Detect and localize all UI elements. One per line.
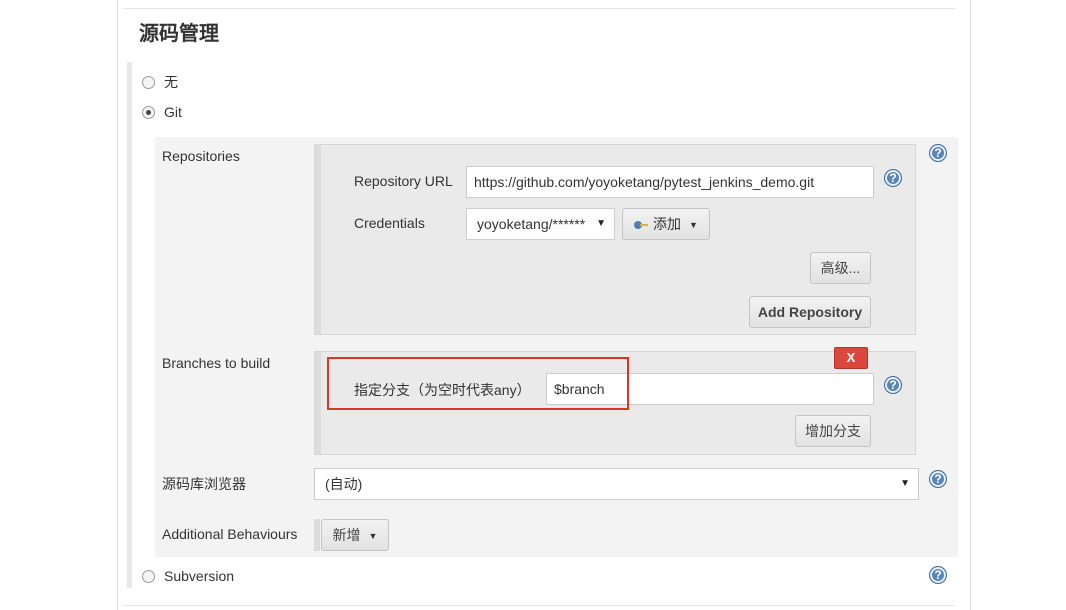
scm-option-none[interactable]: 无 <box>142 72 178 92</box>
help-icon[interactable]: ? <box>929 144 947 162</box>
additional-behaviours-label: Additional Behaviours <box>162 526 298 542</box>
section-indent-bar <box>127 62 132 588</box>
caret-down-icon: ▼ <box>689 220 698 231</box>
advanced-button[interactable]: 高级... <box>810 252 871 284</box>
help-icon[interactable]: ? <box>929 566 947 584</box>
panel-indent-bar <box>314 519 320 551</box>
credentials-select[interactable]: yoyoketang/****** ▼ <box>466 208 615 240</box>
repo-browser-value: (自动) <box>325 476 363 492</box>
repository-url-input[interactable]: https://github.com/yoyoketang/pytest_jen… <box>466 166 874 198</box>
credentials-value: yoyoketang/****** <box>477 216 586 232</box>
credentials-label: Credentials <box>354 215 425 231</box>
panel-indent-bar <box>315 352 321 454</box>
panel-indent-bar <box>315 145 321 334</box>
section-title: 源码管理 <box>139 23 219 45</box>
repo-browser-select[interactable]: (自动) ▼ <box>314 468 919 500</box>
add-repository-button[interactable]: Add Repository <box>749 296 871 328</box>
annotation-highlight-box <box>327 357 629 410</box>
radio-button[interactable] <box>142 75 155 89</box>
radio-button[interactable] <box>142 569 155 583</box>
branches-label: Branches to build <box>162 355 271 371</box>
scm-option-label: 无 <box>164 74 178 90</box>
add-behaviour-button[interactable]: 新增 ▼ <box>321 519 389 551</box>
help-icon[interactable]: ? <box>884 376 902 394</box>
caret-down-icon: ▼ <box>368 531 378 542</box>
add-branch-button[interactable]: 增加分支 <box>795 415 871 447</box>
add-credentials-button[interactable]: 添加 ▼ <box>622 208 710 240</box>
divider <box>123 8 955 9</box>
scm-option-git[interactable]: Git <box>142 104 182 120</box>
key-icon <box>634 221 649 230</box>
radio-button[interactable] <box>142 105 155 119</box>
help-icon[interactable]: ? <box>929 470 947 488</box>
scm-option-label: Git <box>164 104 182 120</box>
delete-branch-button[interactable]: X <box>834 347 868 369</box>
divider <box>123 605 955 606</box>
dropdown-arrow-icon: ▼ <box>900 478 910 489</box>
scm-option-subversion[interactable]: Subversion <box>142 568 234 584</box>
help-icon[interactable]: ? <box>884 169 902 187</box>
dropdown-arrow-icon: ▼ <box>596 218 606 229</box>
repository-url-label: Repository URL <box>354 173 453 189</box>
repositories-label: Repositories <box>162 148 240 164</box>
scm-option-label: Subversion <box>164 568 235 584</box>
repo-browser-label: 源码库浏览器 <box>162 476 246 492</box>
